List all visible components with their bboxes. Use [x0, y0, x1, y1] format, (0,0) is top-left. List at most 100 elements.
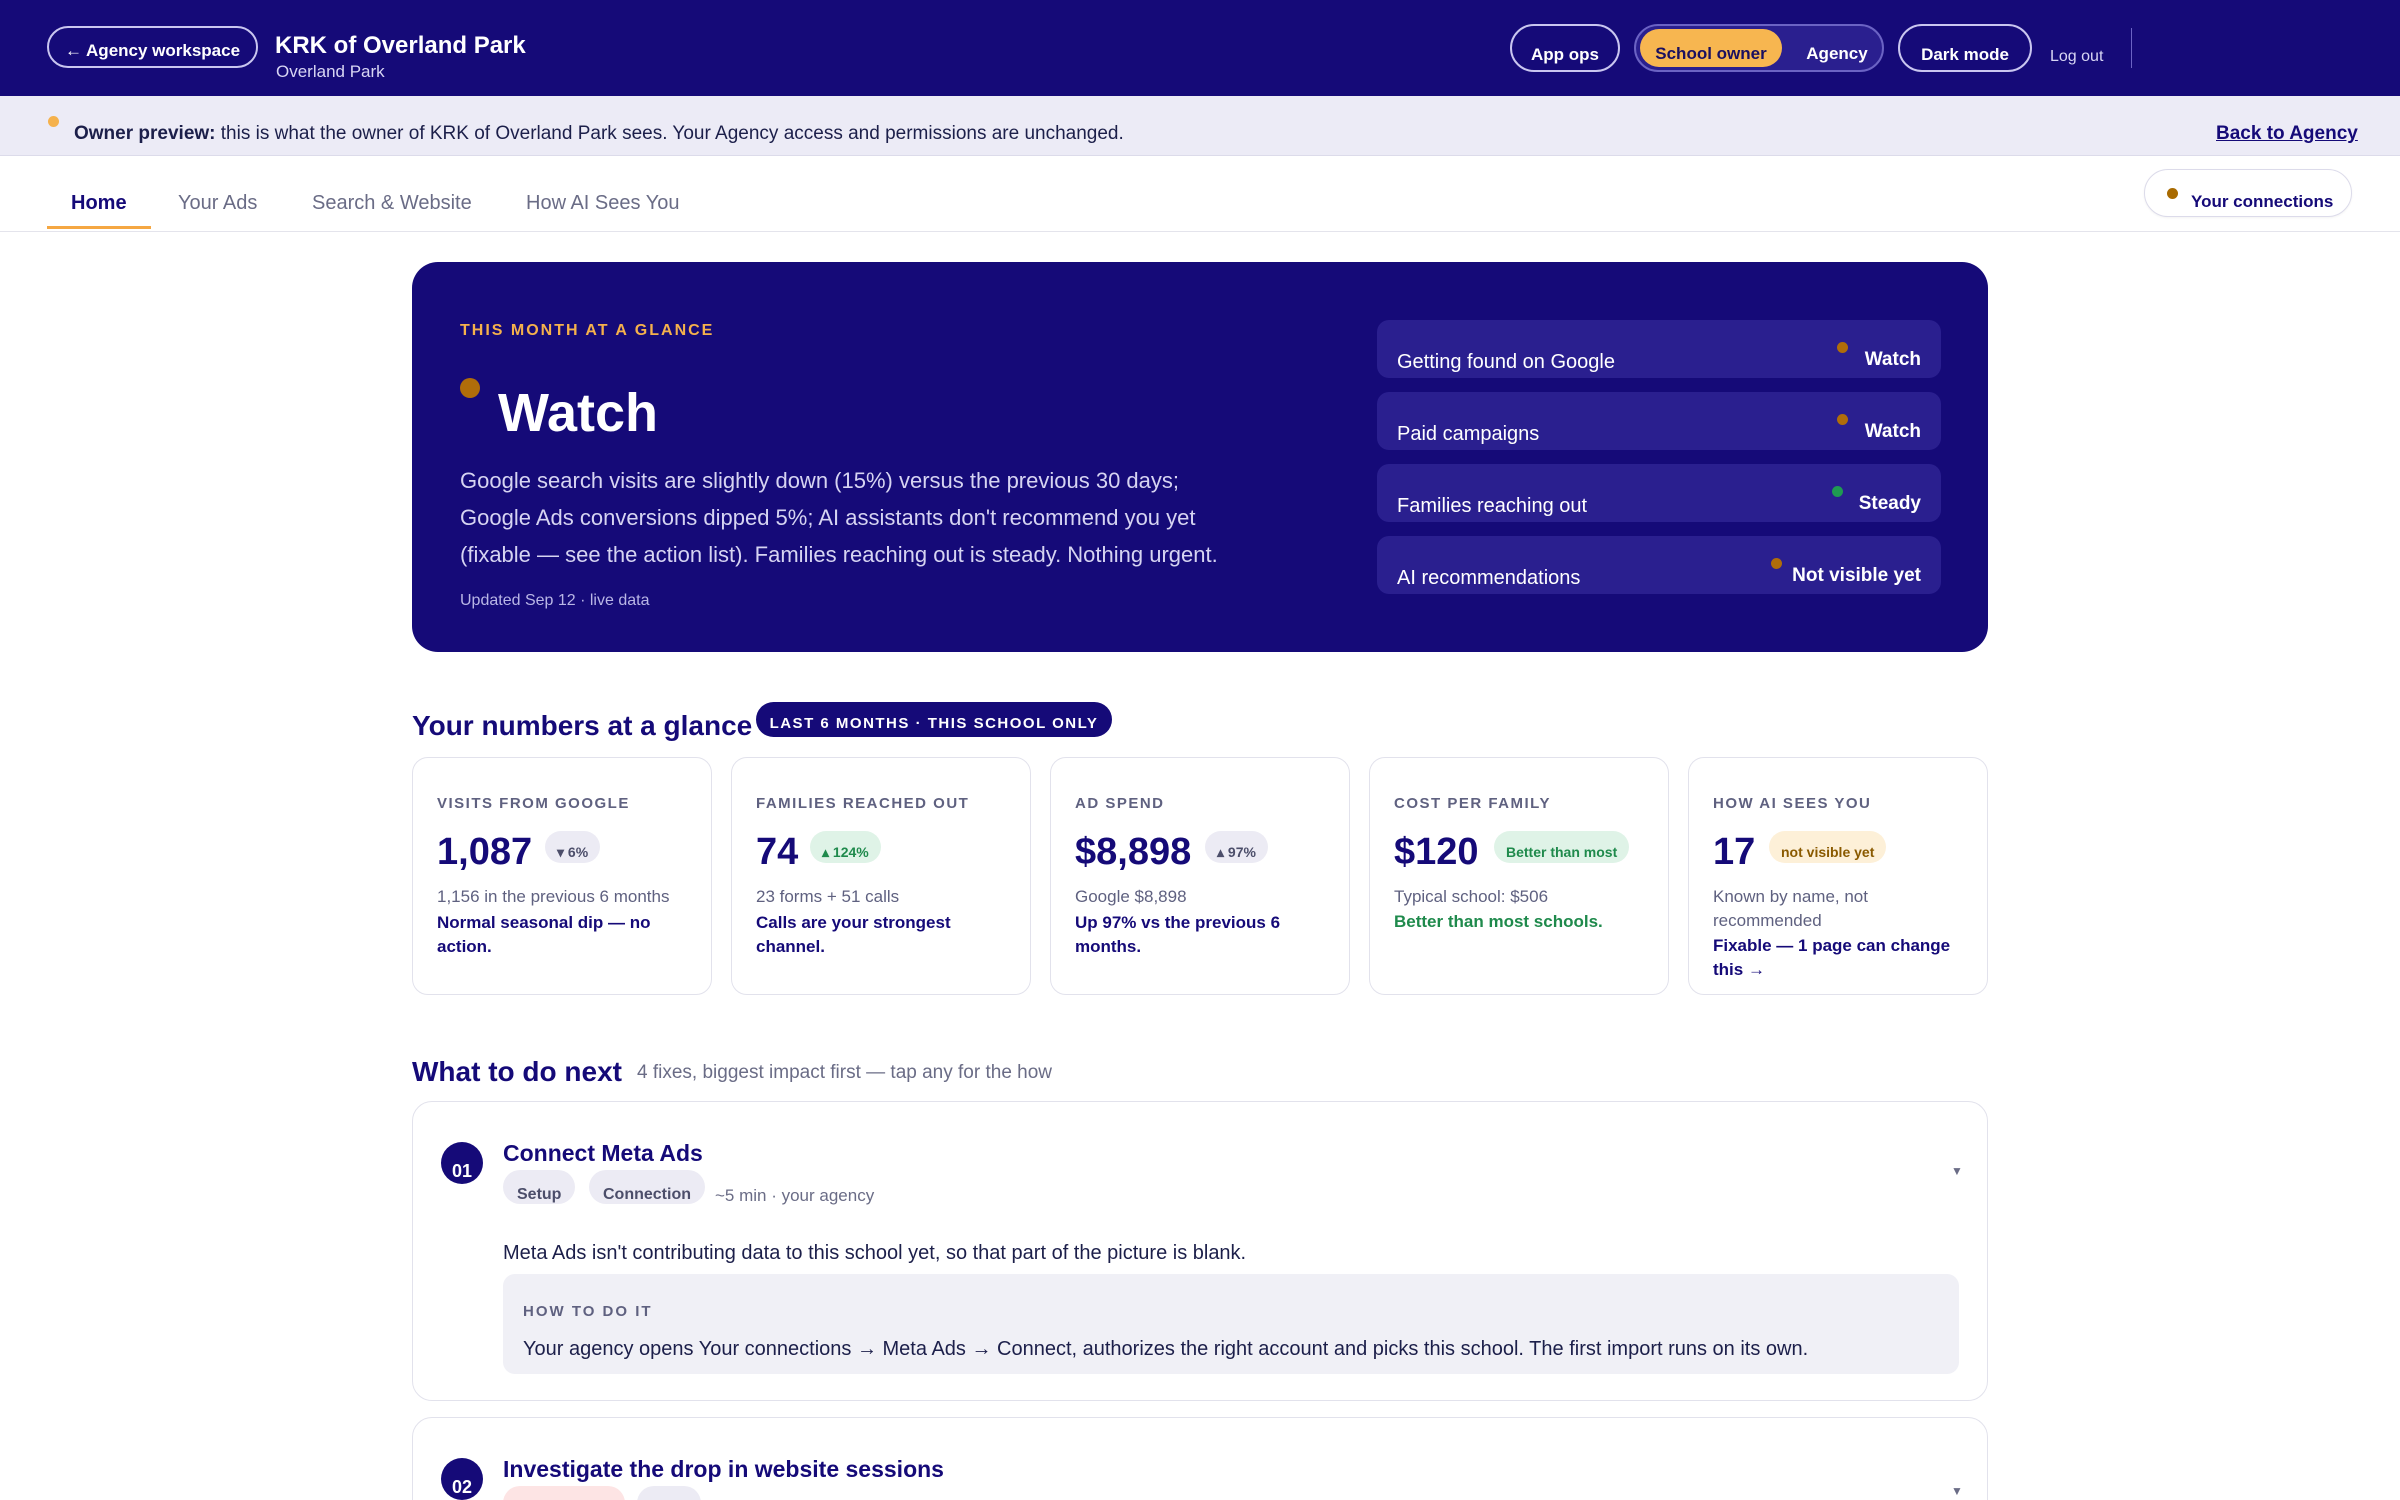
- role-agency-label: Agency: [1806, 44, 1868, 63]
- status-dot-icon: [1837, 414, 1848, 425]
- tab-your-ads[interactable]: Your Ads: [178, 192, 257, 215]
- tab-search-website[interactable]: Search & Website: [312, 192, 472, 215]
- stat-label: COST PER FAMILY: [1394, 795, 1551, 812]
- status-dot-icon: [460, 378, 480, 398]
- task-tag: [503, 1486, 625, 1500]
- stat-delta-badge: ▴ 97%: [1205, 831, 1268, 863]
- stat-card-cost-per-family[interactable]: COST PER FAMILY $120 Better than most Ty…: [1369, 757, 1669, 995]
- stat-card-ai[interactable]: HOW AI SEES YOU 17 not visible yet Known…: [1688, 757, 1988, 995]
- connection-status-dot-icon: [2167, 188, 2178, 199]
- preview-message: this is what the owner of KRK of Overlan…: [215, 123, 1124, 144]
- back-to-agency-link[interactable]: Back to Agency: [2216, 123, 2358, 145]
- task-number: 02: [441, 1458, 483, 1500]
- status-row-paid[interactable]: Paid campaigns Watch: [1377, 392, 1941, 450]
- stat-label: VISITS FROM GOOGLE: [437, 795, 630, 812]
- preview-text: Owner preview: this is what the owner of…: [74, 123, 1124, 145]
- hero-eyebrow: THIS MONTH AT A GLANCE: [460, 322, 715, 339]
- status-row-label: AI recommendations: [1397, 567, 1581, 589]
- hero-summary: Google search visits are slightly down (…: [460, 468, 1218, 567]
- app-ops-label: App ops: [1531, 45, 1599, 64]
- dark-mode-label: Dark mode: [1921, 45, 2009, 64]
- how-to-box: HOW TO DO IT Your agency opens Your conn…: [503, 1274, 1959, 1374]
- stat-delta-badge: ▾ 6%: [545, 831, 601, 863]
- stat-value: $120: [1394, 831, 1479, 873]
- role-agency[interactable]: Agency: [1796, 29, 1878, 67]
- stat-note: Up 97% vs the previous 6 months.: [1075, 913, 1281, 956]
- task-title: Connect Meta Ads: [503, 1140, 703, 1166]
- stat-note: Calls are your strongest channel.: [756, 913, 951, 956]
- status-row-value: Watch: [1864, 421, 1921, 442]
- stat-delta-badge: ▴ 124%: [810, 831, 881, 863]
- task-number: 01: [441, 1142, 483, 1184]
- stat-value: 17: [1713, 831, 1756, 873]
- task-card[interactable]: 01 Connect Meta Ads Setup Connection ~5 …: [412, 1101, 1988, 1401]
- status-row-value: Watch: [1864, 349, 1921, 370]
- stat-value: $8,898: [1075, 831, 1192, 873]
- status-row-label: Paid campaigns: [1397, 423, 1540, 445]
- app-ops-button[interactable]: App ops: [1510, 24, 1620, 72]
- status-row-label: Families reaching out: [1397, 495, 1588, 517]
- stat-sub: Typical school: $506: [1394, 887, 1549, 906]
- main-tabs: Home Your Ads Search & Website How AI Se…: [0, 156, 2400, 232]
- range-badge: LAST 6 MONTHS · THIS SCHOOL ONLY: [756, 702, 1112, 737]
- status-dot-icon: [1771, 558, 1782, 569]
- stat-note: Better than most schools.: [1394, 912, 1603, 931]
- your-connections-button[interactable]: Your connections: [2144, 169, 2352, 217]
- stat-sub: Google $8,898: [1075, 887, 1187, 906]
- role-switcher: School owner Agency: [1634, 24, 1884, 72]
- stat-value: 1,087: [437, 831, 533, 873]
- stat-card-families[interactable]: FAMILIES REACHED OUT 74 ▴ 124% 23 forms …: [731, 757, 1031, 995]
- hero-status: Watch: [498, 383, 658, 443]
- month-at-a-glance-card: THIS MONTH AT A GLANCE Watch Google sear…: [412, 262, 1988, 652]
- status-row-ai[interactable]: AI recommendations Not visible yet: [1377, 536, 1941, 594]
- stat-value: 74: [756, 831, 799, 873]
- school-location: Overland Park: [276, 62, 385, 81]
- status-dot-icon: [1837, 342, 1848, 353]
- stat-label: HOW AI SEES YOU: [1713, 795, 1872, 812]
- task-body: Meta Ads isn't contributing data to this…: [503, 1242, 1247, 1264]
- status-row-value: Not visible yet: [1792, 565, 1921, 586]
- agency-workspace-label: ← Agency workspace: [64, 41, 241, 60]
- role-school-owner-label: School owner: [1655, 44, 1767, 63]
- chevron-down-icon[interactable]: ▼: [1951, 1164, 1963, 1178]
- status-row-value: Steady: [1858, 493, 1921, 514]
- how-to-text: Your agency opens Your connections → Met…: [523, 1338, 1809, 1360]
- task-tag: Setup: [503, 1170, 576, 1204]
- task-tag: Connection: [589, 1170, 705, 1204]
- agency-workspace-button[interactable]: ← Agency workspace: [47, 26, 258, 68]
- stat-delta-badge: not visible yet: [1769, 831, 1887, 863]
- preview-strong: Owner preview:: [74, 123, 216, 144]
- school-name: KRK of Overland Park: [275, 32, 526, 59]
- tab-how-ai-sees-you[interactable]: How AI Sees You: [526, 192, 679, 215]
- status-dot-icon: [1832, 486, 1843, 497]
- your-connections-label: Your connections: [2191, 192, 2334, 211]
- stat-sub: Known by name, not recommended: [1713, 887, 1868, 930]
- next-subtitle: 4 fixes, biggest impact first — tap any …: [637, 1062, 1053, 1083]
- stat-note: Normal seasonal dip — no action.: [437, 913, 651, 956]
- next-title: What to do next: [412, 1056, 622, 1087]
- how-to-label: HOW TO DO IT: [523, 1303, 653, 1320]
- task-card[interactable]: 02 Investigate the drop in website sessi…: [412, 1417, 1988, 1500]
- active-tab-indicator: [47, 226, 151, 229]
- owner-preview-banner: Owner preview: this is what the owner of…: [0, 96, 2400, 156]
- preview-dot-icon: [48, 116, 59, 127]
- top-bar: ← Agency workspace KRK of Overland Park …: [0, 0, 2400, 96]
- stat-sub: 23 forms + 51 calls: [756, 887, 900, 906]
- status-row-google[interactable]: Getting found on Google Watch: [1377, 320, 1941, 378]
- dark-mode-toggle[interactable]: Dark mode: [1898, 24, 2032, 72]
- numbers-title: Your numbers at a glance: [412, 710, 753, 741]
- status-row-families[interactable]: Families reaching out Steady: [1377, 464, 1941, 522]
- hero-updated: Updated Sep 12 · live data: [460, 592, 650, 609]
- tab-home[interactable]: Home: [71, 192, 127, 215]
- stat-card-ad-spend[interactable]: AD SPEND $8,898 ▴ 97% Google $8,898 Up 9…: [1050, 757, 1350, 995]
- logout-link[interactable]: Log out: [2050, 48, 2103, 66]
- chevron-down-icon[interactable]: ▼: [1951, 1484, 1963, 1498]
- stat-card-visits[interactable]: VISITS FROM GOOGLE 1,087 ▾ 6% 1,156 in t…: [412, 757, 712, 995]
- divider: [2131, 28, 2132, 68]
- stat-note[interactable]: Fixable — 1 page can change this →: [1713, 934, 1971, 982]
- task-title: Investigate the drop in website sessions: [503, 1456, 944, 1482]
- stat-label: FAMILIES REACHED OUT: [756, 795, 970, 812]
- role-school-owner[interactable]: School owner: [1640, 29, 1782, 67]
- stat-delta-badge: Better than most: [1494, 831, 1630, 863]
- task-meta: ~5 min · your agency: [715, 1186, 875, 1205]
